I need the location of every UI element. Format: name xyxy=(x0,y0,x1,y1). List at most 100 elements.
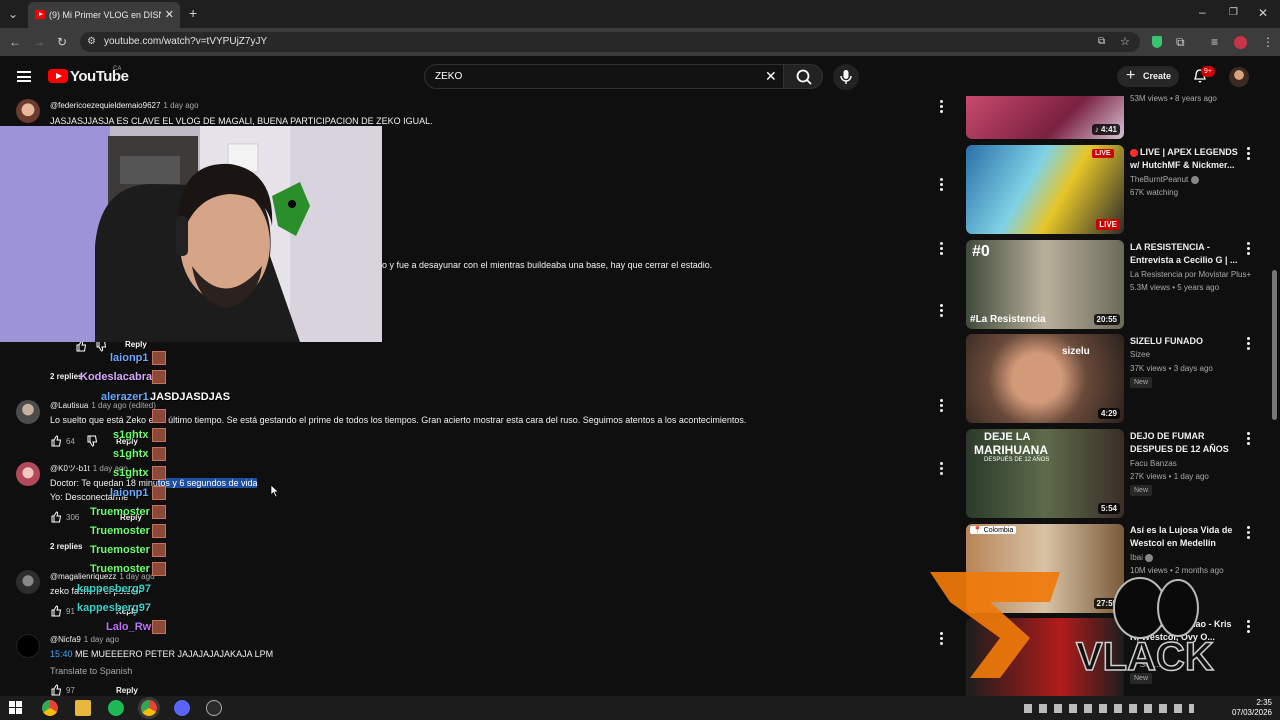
chat-message: JASDJASDJAS xyxy=(150,391,231,403)
omnibox[interactable]: ⚙ youtube.com/watch?v=tVYPUjZ7yJY ⧉ ☆ xyxy=(80,32,1140,52)
back-icon[interactable]: ← xyxy=(9,35,21,49)
commenter-avatar[interactable] xyxy=(16,462,40,486)
video-thumbnail[interactable]: #0 #La Resistencia 20:55 xyxy=(966,240,1124,329)
comment-more-icon[interactable] xyxy=(940,462,943,475)
video-thumbnail[interactable]: DEJE LA MARIHUANA DESPUÉS DE 12 AÑOS 5:5… xyxy=(966,429,1124,518)
tab-close-icon[interactable]: ✕ xyxy=(165,8,174,21)
like-icon[interactable] xyxy=(50,511,62,523)
timestamp-link[interactable]: 15:40 xyxy=(50,649,73,659)
comment-author[interactable]: @federicoezequieldemaio9627 xyxy=(50,101,160,110)
chat-emote xyxy=(152,486,166,500)
chat-username: laionp1 xyxy=(110,352,149,364)
site-info-icon[interactable]: ⚙ xyxy=(87,35,96,49)
system-tray-icons[interactable] xyxy=(1024,704,1194,713)
video-thumbnail[interactable]: LIVE LIVE xyxy=(966,145,1124,234)
like-icon[interactable] xyxy=(50,605,62,617)
like-icon[interactable] xyxy=(50,435,62,447)
spotify-icon[interactable] xyxy=(108,700,124,716)
install-app-icon[interactable]: ⧉ xyxy=(1098,35,1105,49)
youtube-logo-icon[interactable] xyxy=(48,69,68,83)
browser-menu-icon[interactable]: ⋮ xyxy=(1262,35,1274,49)
live-badge-top: LIVE xyxy=(1092,149,1114,158)
video-title[interactable]: LA RESISTENCIA - Entrevista a Cecilio G … xyxy=(1130,241,1238,267)
search-input[interactable]: ZEKO ✕ xyxy=(424,64,784,89)
windows-start-icon[interactable] xyxy=(9,701,23,715)
obs-icon[interactable] xyxy=(206,700,222,716)
thumbnail-caption: DEJE LA xyxy=(984,431,1031,443)
window-close-icon[interactable]: ✕ xyxy=(1258,6,1268,20)
selected-text: tos y 6 segundos de vida xyxy=(157,478,258,488)
profile-icon[interactable] xyxy=(1234,36,1247,49)
commenter-avatar[interactable] xyxy=(16,99,40,123)
video-more-icon[interactable] xyxy=(1247,526,1250,539)
comment-author[interactable]: @Lautisua xyxy=(50,401,88,410)
video-more-icon[interactable] xyxy=(1247,242,1250,255)
video-title[interactable]: SIZELU FUNADO xyxy=(1130,335,1238,348)
reply-button[interactable]: Reply xyxy=(116,686,138,695)
account-avatar[interactable] xyxy=(1229,67,1249,87)
comment-more-icon[interactable] xyxy=(940,100,943,113)
channel-name[interactable]: TheBurntPeanut xyxy=(1130,175,1199,184)
comment-author[interactable]: @K0ツ-b1t xyxy=(50,464,90,473)
thumbnail-caption: #La Resistencia xyxy=(970,314,1046,325)
chrome-icon[interactable] xyxy=(42,700,58,716)
replies-toggle[interactable]: 2 replies xyxy=(50,372,82,381)
like-icon[interactable] xyxy=(50,684,62,696)
file-explorer-icon[interactable] xyxy=(75,700,91,716)
replies-toggle[interactable]: 2 replies xyxy=(50,542,82,551)
channel-name[interactable]: La Resistencia por Movistar Plus+ xyxy=(1130,270,1251,279)
commenter-avatar[interactable] xyxy=(16,570,40,594)
video-more-icon[interactable] xyxy=(1247,432,1250,445)
video-more-icon[interactable] xyxy=(1247,147,1250,160)
chat-emote xyxy=(152,466,166,480)
search-button[interactable] xyxy=(783,64,823,89)
shield-extension-icon[interactable] xyxy=(1152,36,1162,48)
comment-more-icon[interactable] xyxy=(940,399,943,412)
taskbar-clock[interactable]: 2:35 07/03/2026 xyxy=(1232,698,1272,718)
voice-search-button[interactable] xyxy=(833,64,859,90)
video-title[interactable]: DEJO DE FUMAR DESPUES DE 12 AÑOS xyxy=(1130,430,1238,456)
channel-name[interactable]: Facu Banzas xyxy=(1130,459,1177,468)
restore-icon[interactable]: ❐ xyxy=(1229,6,1238,20)
comment-age[interactable]: 1 day ago xyxy=(163,101,198,110)
comment-author[interactable]: @Nicfa9 xyxy=(50,635,81,644)
extensions-icon[interactable]: ⧉ xyxy=(1176,35,1185,49)
create-button[interactable]: + Create xyxy=(1117,66,1179,87)
new-tab-icon[interactable]: + xyxy=(189,6,197,20)
video-meta: 37K views • 3 days ago xyxy=(1130,364,1213,373)
channel-name[interactable]: Ibai xyxy=(1130,553,1154,562)
page-scrollbar[interactable] xyxy=(1272,270,1277,420)
chat-emote xyxy=(152,409,166,423)
like-count: 64 xyxy=(66,437,75,446)
video-thumbnail[interactable]: ♪ 4:41 xyxy=(966,96,1124,139)
comment-more-icon[interactable] xyxy=(940,304,943,317)
channel-name[interactable]: Sizee xyxy=(1130,350,1150,359)
video-title[interactable]: Así es la Lujosa Vida de Westcol en Mede… xyxy=(1130,524,1238,550)
clear-search-icon[interactable]: ✕ xyxy=(765,68,777,85)
commenter-avatar[interactable] xyxy=(16,634,40,658)
video-duration: 20:55 xyxy=(1093,314,1120,325)
video-more-icon[interactable] xyxy=(1247,337,1250,350)
chrome-active-icon[interactable] xyxy=(141,700,157,716)
commenter-avatar[interactable] xyxy=(16,400,40,424)
reload-icon[interactable]: ↻ xyxy=(57,35,67,49)
menu-icon[interactable] xyxy=(17,71,31,82)
browser-tab[interactable]: (9) Mi Primer VLOG en DISNEY ✕ xyxy=(28,2,180,28)
video-meta: 53M views • 8 years ago xyxy=(1130,94,1217,103)
video-thumbnail[interactable]: sizelu 4:29 xyxy=(966,334,1124,423)
comment-age[interactable]: 1 day ago xyxy=(84,635,119,644)
comment-more-icon[interactable] xyxy=(940,178,943,191)
bookmark-star-icon[interactable]: ☆ xyxy=(1120,35,1130,49)
forward-icon[interactable]: → xyxy=(33,35,45,49)
translate-link[interactable]: Translate to Spanish xyxy=(50,666,132,676)
webcam-overlay xyxy=(0,126,382,342)
create-label: Create xyxy=(1143,71,1172,81)
reading-list-icon[interactable]: ≡ xyxy=(1211,35,1218,49)
tab-search-icon[interactable]: ⌄ xyxy=(8,7,18,21)
chat-username: s1ghtx xyxy=(113,448,149,460)
comment-more-icon[interactable] xyxy=(940,242,943,255)
minimize-icon[interactable]: – xyxy=(1199,5,1206,19)
discord-icon[interactable] xyxy=(174,700,190,716)
dislike-icon[interactable] xyxy=(86,435,98,447)
video-title[interactable]: LIVE | APEX LEGENDS w/ HutchMF & Nickmer… xyxy=(1130,146,1238,172)
